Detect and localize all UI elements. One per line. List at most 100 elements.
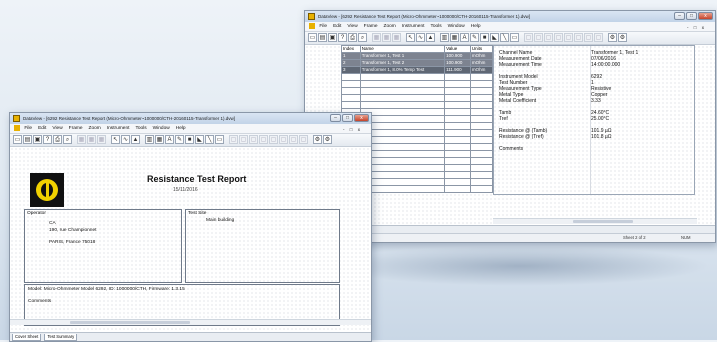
close-icon[interactable]: x xyxy=(698,12,713,20)
menu-item[interactable]: File xyxy=(24,126,32,131)
grid-icon[interactable]: ▦ xyxy=(155,135,164,144)
frame-icon[interactable]: ▦ xyxy=(382,33,391,42)
layout-icon[interactable]: ▢ xyxy=(574,33,583,42)
frame-icon[interactable]: ▦ xyxy=(392,33,401,42)
grid-icon[interactable]: ▦ xyxy=(450,33,459,42)
menu-item[interactable]: Window xyxy=(153,126,170,131)
fill-icon[interactable]: ■ xyxy=(185,135,194,144)
line-icon[interactable]: ╲ xyxy=(500,33,509,42)
curve-icon[interactable]: ∿ xyxy=(121,135,130,144)
maximize-icon[interactable]: □ xyxy=(342,114,353,122)
menu-item[interactable]: Zoom xyxy=(384,24,396,29)
layout-icon[interactable]: ▢ xyxy=(594,33,603,42)
open-icon[interactable]: ▤ xyxy=(23,135,32,144)
frame-icon[interactable]: ▦ xyxy=(372,33,381,42)
line-icon[interactable]: ╲ xyxy=(205,135,214,144)
text-icon[interactable]: A xyxy=(165,135,174,144)
text-icon[interactable]: A xyxy=(460,33,469,42)
model-line: Model: Micro-Ohmmeter Model 6292, ID: 10… xyxy=(28,287,185,292)
instrument-icon[interactable]: ⚙ xyxy=(323,135,332,144)
layout-icon[interactable]: ▢ xyxy=(239,135,248,144)
menu-item[interactable]: Instrument xyxy=(107,126,130,131)
horizontal-scrollbar[interactable] xyxy=(10,319,371,325)
area-icon[interactable]: ◣ xyxy=(195,135,204,144)
table-row[interactable]: 3 Transformer 1, 8.0% Temp Test 111.900 … xyxy=(341,66,494,74)
title-bar[interactable]: DataView - [6292 Resistance Test Report … xyxy=(10,113,371,124)
menu-item[interactable]: Tools xyxy=(430,24,441,29)
document-icon[interactable] xyxy=(14,124,20,131)
maximize-icon[interactable]: □ xyxy=(686,12,697,20)
menu-item[interactable]: Tools xyxy=(135,126,146,131)
scroll-thumb[interactable] xyxy=(70,321,190,324)
document-icon[interactable] xyxy=(309,22,315,29)
instrument-icon[interactable]: ⚙ xyxy=(608,33,617,42)
layout-icon[interactable]: ▢ xyxy=(299,135,308,144)
layout-icon[interactable]: ▢ xyxy=(279,135,288,144)
help-icon[interactable]: ? xyxy=(43,135,52,144)
print-icon[interactable]: ⎙ xyxy=(53,135,62,144)
area-icon[interactable]: ◣ xyxy=(490,33,499,42)
table-icon[interactable]: ▥ xyxy=(440,33,449,42)
curve-icon[interactable]: ∿ xyxy=(416,33,425,42)
close-icon[interactable]: x xyxy=(354,114,369,122)
layout-icon[interactable]: ▢ xyxy=(249,135,258,144)
layout-icon[interactable]: ▢ xyxy=(269,135,278,144)
title-bar[interactable]: DataView - [6292 Resistance Test Report … xyxy=(305,11,715,22)
mdi-controls[interactable]: - □ x xyxy=(343,125,362,134)
menu-item[interactable]: File xyxy=(319,24,327,29)
layout-icon[interactable]: ▢ xyxy=(554,33,563,42)
frame-icon[interactable]: ▦ xyxy=(77,135,86,144)
layout-icon[interactable]: ▢ xyxy=(534,33,543,42)
save-icon[interactable]: ▣ xyxy=(328,33,337,42)
minimize-icon[interactable]: – xyxy=(674,12,685,20)
frame-icon[interactable]: ▦ xyxy=(87,135,96,144)
open-icon[interactable]: ▤ xyxy=(318,33,327,42)
frame-icon[interactable]: ▦ xyxy=(97,135,106,144)
minimize-icon[interactable]: – xyxy=(330,114,341,122)
scroll-thumb[interactable] xyxy=(573,220,633,223)
table-row[interactable]: 1 Transformer 1, Test 1 100.900 mOhm xyxy=(341,52,494,60)
print-icon[interactable]: ⎙ xyxy=(348,33,357,42)
fill-icon[interactable]: ■ xyxy=(480,33,489,42)
menu-item[interactable]: View xyxy=(347,24,357,29)
zoom-icon[interactable]: ⌕ xyxy=(63,135,72,144)
rect-icon[interactable]: ▭ xyxy=(510,33,519,42)
pen-icon[interactable]: ✎ xyxy=(470,33,479,42)
layout-icon[interactable]: ▢ xyxy=(289,135,298,144)
menu-item[interactable]: Help xyxy=(471,24,481,29)
test-site-box[interactable]: Test Site Main building xyxy=(185,209,340,283)
instrument-icon[interactable]: ⚙ xyxy=(618,33,627,42)
new-icon[interactable]: ▭ xyxy=(13,135,22,144)
new-icon[interactable]: ▭ xyxy=(308,33,317,42)
marker-icon[interactable]: ▲ xyxy=(426,33,435,42)
zoom-icon[interactable]: ⌕ xyxy=(358,33,367,42)
operator-box[interactable]: Operator CA 190, rue Championnet PARIS, … xyxy=(24,209,182,283)
pointer-icon[interactable]: ↖ xyxy=(111,135,120,144)
menu-item[interactable]: Frame xyxy=(69,126,83,131)
layout-icon[interactable]: ▢ xyxy=(259,135,268,144)
menu-item[interactable]: Instrument xyxy=(402,24,425,29)
pen-icon[interactable]: ✎ xyxy=(175,135,184,144)
pointer-icon[interactable]: ↖ xyxy=(406,33,415,42)
table-row[interactable]: 2 Transformer 1, Test 2 100.900 mOhm xyxy=(341,59,494,67)
menu-item[interactable]: View xyxy=(52,126,62,131)
marker-icon[interactable]: ▲ xyxy=(131,135,140,144)
layout-icon[interactable]: ▢ xyxy=(564,33,573,42)
layout-icon[interactable]: ▢ xyxy=(584,33,593,42)
menu-item[interactable]: Help xyxy=(176,126,186,131)
menu-item[interactable]: Window xyxy=(448,24,465,29)
mdi-controls[interactable]: - □ x xyxy=(687,23,706,32)
save-icon[interactable]: ▣ xyxy=(33,135,42,144)
table-icon[interactable]: ▥ xyxy=(145,135,154,144)
menu-item[interactable]: Frame xyxy=(364,24,378,29)
layout-icon[interactable]: ▢ xyxy=(544,33,553,42)
layout-icon[interactable]: ▢ xyxy=(229,135,238,144)
horizontal-scrollbar[interactable] xyxy=(493,218,697,224)
menu-item[interactable]: Edit xyxy=(333,24,341,29)
instrument-icon[interactable]: ⚙ xyxy=(313,135,322,144)
menu-item[interactable]: Edit xyxy=(38,126,46,131)
menu-item[interactable]: Zoom xyxy=(89,126,101,131)
rect-icon[interactable]: ▭ xyxy=(215,135,224,144)
layout-icon[interactable]: ▢ xyxy=(524,33,533,42)
help-icon[interactable]: ? xyxy=(338,33,347,42)
